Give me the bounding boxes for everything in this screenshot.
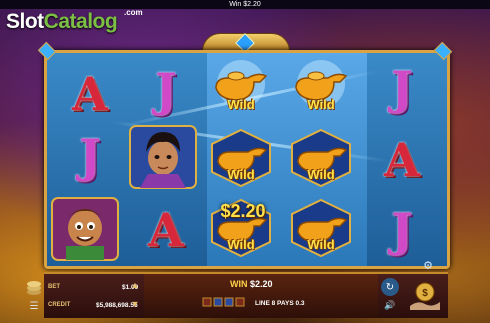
symbol-j-glyph: J bbox=[155, 63, 177, 117]
symbol-j: J bbox=[54, 124, 126, 188]
symbol-j: J bbox=[366, 56, 438, 120]
wild-label: Wild bbox=[227, 167, 255, 182]
credit-label: CREDIT bbox=[48, 302, 71, 308]
wild-label: Wild bbox=[307, 167, 335, 182]
logo-part1: Slot bbox=[6, 10, 44, 33]
logo-part2: Catalog bbox=[43, 10, 118, 33]
win-amount-overlay: $2.20 bbox=[220, 201, 266, 221]
wild-symbol: Wild bbox=[208, 58, 274, 118]
paylines-icon bbox=[202, 297, 248, 307]
bet-decrease-icon[interactable]: ▼ bbox=[128, 297, 142, 311]
symbol-j: J bbox=[130, 58, 202, 122]
payline-text: LINE 8 PAYS 0.3 bbox=[255, 300, 305, 307]
symbol-j-glyph: J bbox=[79, 129, 101, 183]
wild-label: Wild bbox=[227, 237, 255, 252]
watermark-logo: SlotCatalog bbox=[6, 9, 118, 35]
speaker-icon[interactable]: 🔊 bbox=[381, 298, 399, 312]
symbol-a-glyph: A bbox=[384, 133, 420, 187]
symbol-a: A bbox=[130, 198, 202, 262]
wild-symbol: Wild bbox=[288, 128, 354, 188]
symbol-j-glyph: J bbox=[391, 203, 413, 257]
character-boy-symbol bbox=[50, 196, 120, 262]
wild-label: Wild bbox=[227, 97, 255, 112]
symbol-j-glyph: J bbox=[391, 61, 413, 115]
symbol-a: A bbox=[54, 62, 126, 126]
gear-icon[interactable]: ⚙ bbox=[420, 259, 436, 272]
top-win-label: Win $2.20 bbox=[229, 1, 261, 8]
win-key: WIN bbox=[230, 279, 248, 289]
spin-button[interactable]: $ bbox=[408, 280, 442, 314]
wild-label: Wild bbox=[307, 237, 335, 252]
symbol-j: J bbox=[366, 198, 438, 262]
symbol-a-glyph: A bbox=[72, 67, 108, 121]
character-aladdin-symbol bbox=[128, 124, 198, 190]
wild-label: Wild bbox=[307, 97, 335, 112]
menu-icon[interactable]: ☰ bbox=[26, 300, 42, 312]
wild-symbol: Wild bbox=[288, 58, 354, 118]
wild-symbol: Wild bbox=[208, 128, 274, 188]
win-readout: WIN $2.20 bbox=[230, 279, 273, 289]
symbol-a: A bbox=[366, 128, 438, 192]
autoplay-icon[interactable]: ↻ bbox=[381, 278, 399, 296]
logo-suffix: .com bbox=[124, 8, 143, 17]
bet-label: BET bbox=[48, 284, 60, 290]
coins-icon bbox=[26, 278, 42, 296]
symbol-a-glyph: A bbox=[148, 203, 184, 257]
wild-symbol: Wild bbox=[288, 198, 354, 258]
bet-increase-icon[interactable]: ▲ bbox=[128, 278, 142, 292]
win-value: $2.20 bbox=[250, 279, 273, 289]
svg-text:$: $ bbox=[422, 288, 428, 299]
